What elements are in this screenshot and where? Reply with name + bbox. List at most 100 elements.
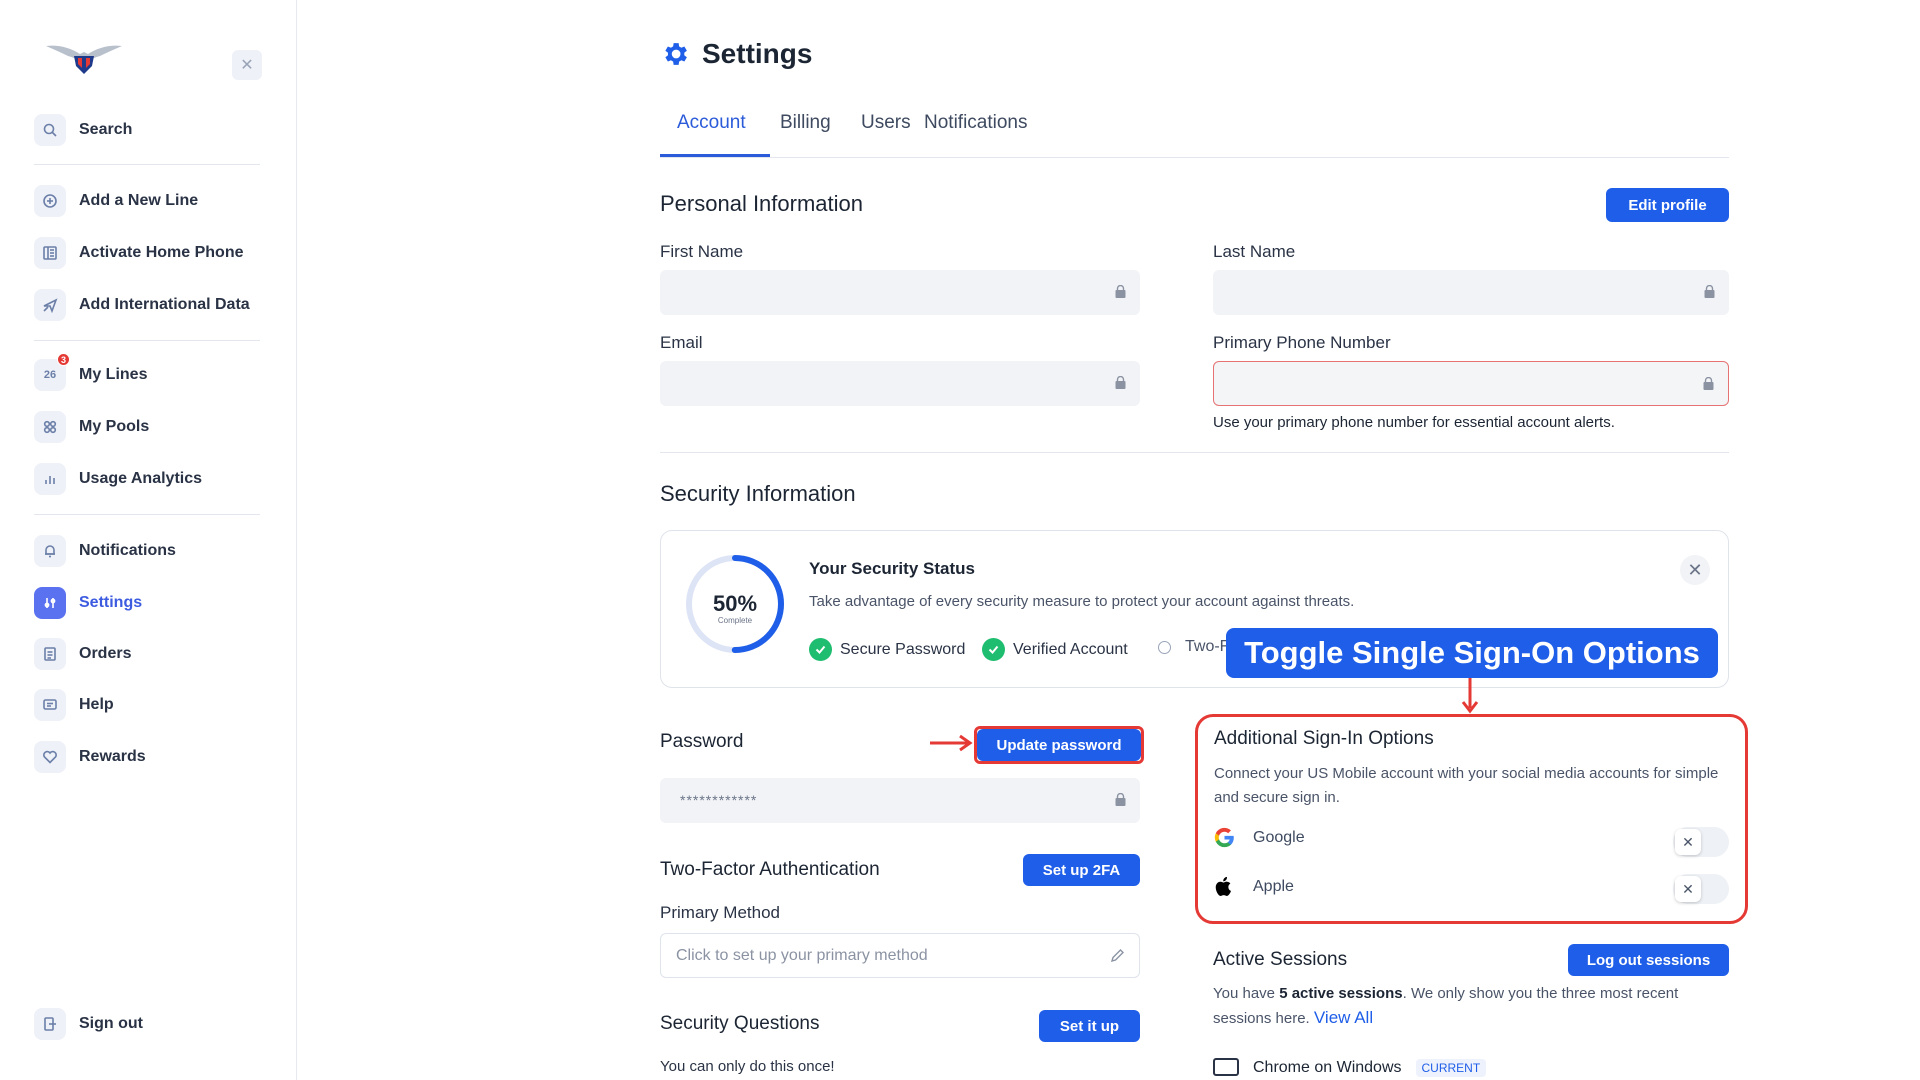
apple-sso-toggle[interactable]: ✕ xyxy=(1673,874,1729,904)
password-title: Password xyxy=(660,731,744,752)
check-two-factor: Two-F xyxy=(1158,638,1229,656)
gear-icon xyxy=(665,43,687,65)
sidebar-item-add-international-data[interactable]: Add International Data xyxy=(34,288,250,322)
google-sso-row: Google xyxy=(1214,827,1305,848)
phone-helper-text: Use your primary phone number for essent… xyxy=(1213,414,1615,431)
sidebar-item-label: Add a New Line xyxy=(79,192,199,209)
sign-in-options-description: Connect your US Mobile account with your… xyxy=(1214,765,1719,806)
view-all-link[interactable]: View All xyxy=(1314,1008,1373,1027)
phone-label: Primary Phone Number xyxy=(1213,333,1391,352)
password-masked-value: ************ xyxy=(680,792,758,808)
plus-circle-icon xyxy=(34,185,66,217)
primary-method-placeholder: Click to set up your primary method xyxy=(676,947,928,964)
annotation-arrow-right xyxy=(930,734,973,752)
sidebar-item-label: Usage Analytics xyxy=(79,470,203,487)
orders-icon xyxy=(34,638,66,670)
toggle-off-icon: ✕ xyxy=(1675,829,1701,855)
sign-out-button[interactable]: Sign out xyxy=(34,1007,143,1041)
first-name-label: First Name xyxy=(660,242,744,261)
us-mobile-logo xyxy=(46,45,122,74)
active-tab-indicator xyxy=(660,154,770,157)
notification-badge: 3 xyxy=(57,353,70,366)
pools-icon xyxy=(34,411,66,443)
primary-phone-field xyxy=(1213,361,1729,406)
sidebar-item-label: Orders xyxy=(79,645,132,662)
sidebar-item-usage-analytics[interactable]: Usage Analytics xyxy=(34,462,202,496)
checkmark-icon xyxy=(809,638,832,661)
last-name-field xyxy=(1213,270,1729,315)
primary-method-input[interactable]: Click to set up your primary method xyxy=(660,933,1140,978)
search-icon xyxy=(34,114,66,146)
sidebar-item-add-new-line[interactable]: Add a New Line xyxy=(34,184,198,218)
active-sessions-description: You have 5 active sessions. We only show… xyxy=(1213,985,1679,1027)
security-complete-label: Complete xyxy=(717,616,753,625)
session-device: Chrome on Windows xyxy=(1253,1059,1402,1076)
lock-icon xyxy=(1703,377,1714,390)
security-questions-title: Security Questions xyxy=(660,1013,820,1034)
log-out-sessions-button[interactable]: Log out sessions xyxy=(1568,944,1729,976)
tab-users[interactable]: Users xyxy=(861,112,911,134)
section-divider xyxy=(660,452,1729,453)
sidebar-item-label: Settings xyxy=(79,594,143,611)
personal-info-title: Personal Information xyxy=(660,191,863,216)
password-field: ************ xyxy=(660,778,1140,823)
email-label: Email xyxy=(660,333,703,352)
google-label: Google xyxy=(1253,828,1305,846)
set-up-2fa-button[interactable]: Set up 2FA xyxy=(1023,854,1140,886)
heart-icon xyxy=(34,741,66,773)
annotation-callout: Toggle Single Sign-On Options xyxy=(1226,628,1718,678)
sidebar-divider xyxy=(34,164,260,165)
apple-sso-row: Apple xyxy=(1214,876,1294,897)
google-sso-toggle[interactable]: ✕ xyxy=(1673,827,1729,857)
sidebar-divider xyxy=(34,514,260,515)
pencil-icon xyxy=(1110,949,1124,963)
bell-icon xyxy=(34,535,66,567)
current-session-badge: CURRENT xyxy=(1415,1059,1487,1077)
sidebar-item-label: Search xyxy=(79,121,133,138)
sidebar-item-notifications[interactable]: Notifications xyxy=(34,534,176,568)
empty-circle-icon xyxy=(1158,640,1171,654)
tab-account[interactable]: Account xyxy=(677,112,746,134)
security-info-title: Security Information xyxy=(660,481,856,506)
sidebar-item-rewards[interactable]: Rewards xyxy=(34,740,146,774)
lock-icon xyxy=(1704,285,1715,298)
lock-icon xyxy=(1115,376,1126,389)
sidebar-item-label: Notifications xyxy=(79,542,176,559)
sidebar-item-search[interactable]: Search xyxy=(34,113,132,147)
sidebar-item-label: Activate Home Phone xyxy=(79,244,244,261)
help-icon xyxy=(34,689,66,721)
collapse-sidebar-button[interactable]: ✕ xyxy=(232,50,262,80)
sidebar: ✕ Search Add a New Line Activate Home Ph… xyxy=(0,0,297,1080)
sidebar-item-settings[interactable]: Settings xyxy=(34,586,142,620)
settings-icon xyxy=(34,587,66,619)
lines-icon: 26 3 xyxy=(34,353,70,391)
lock-icon xyxy=(1115,285,1126,298)
edit-profile-button[interactable]: Edit profile xyxy=(1606,188,1729,222)
sidebar-item-label: Help xyxy=(79,696,114,713)
last-name-label: Last Name xyxy=(1213,242,1296,261)
sidebar-item-help[interactable]: Help xyxy=(34,688,114,722)
sidebar-item-label: Rewards xyxy=(79,748,146,765)
tab-notifications[interactable]: Notifications xyxy=(924,112,1028,134)
email-field xyxy=(660,361,1140,406)
apple-label: Apple xyxy=(1253,877,1294,895)
security-status-title: Your Security Status xyxy=(809,559,975,578)
sidebar-item-my-pools[interactable]: My Pools xyxy=(34,410,149,444)
set-it-up-button[interactable]: Set it up xyxy=(1039,1010,1140,1042)
sidebar-item-orders[interactable]: Orders xyxy=(34,637,131,671)
sidebar-item-my-lines[interactable]: 26 3 My Lines xyxy=(34,353,147,392)
tab-billing[interactable]: Billing xyxy=(780,112,831,134)
google-icon xyxy=(1214,827,1234,848)
page-title-text: Settings xyxy=(702,38,813,69)
annotation-arrow-down xyxy=(1461,678,1479,714)
page-title: Settings xyxy=(660,38,812,70)
monitor-icon xyxy=(1213,1058,1239,1076)
close-security-card-button[interactable]: ✕ xyxy=(1680,555,1710,585)
app-window: ✕ Search Add a New Line Activate Home Ph… xyxy=(0,0,1920,1080)
sidebar-item-activate-home-phone[interactable]: Activate Home Phone xyxy=(34,236,243,270)
primary-method-label: Primary Method xyxy=(660,903,780,922)
security-percent: 50% xyxy=(712,591,758,616)
toggle-off-icon: ✕ xyxy=(1675,876,1701,902)
sign-in-options-title: Additional Sign-In Options xyxy=(1214,728,1434,749)
settings-tabs: Account Billing Users Notifications xyxy=(660,108,1729,158)
